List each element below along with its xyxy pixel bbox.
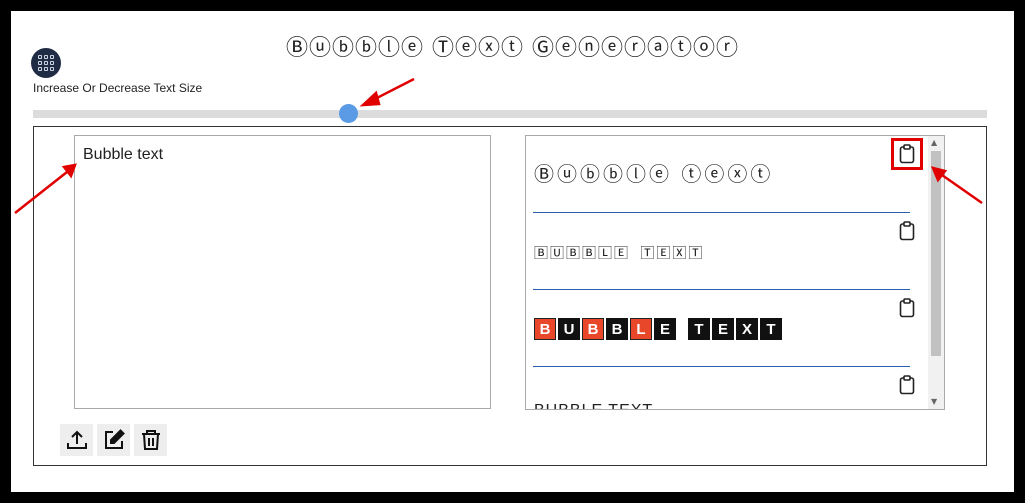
block-letter: E xyxy=(712,318,734,340)
block-letter: T xyxy=(688,318,710,340)
result-item: Ⓑⓤⓑⓑⓛⓔ ⓣⓔⓧⓣ xyxy=(526,136,926,213)
input-textarea[interactable]: Bubble text xyxy=(74,135,491,409)
block-letter: L xyxy=(630,318,652,340)
result-text[interactable]: BUBBLE TEXT xyxy=(534,402,653,409)
result-text[interactable]: 🄱🅄🄱🄱🄻🄴 🅃🄴🅇🅃 xyxy=(534,243,704,263)
block-letter: B xyxy=(534,318,556,340)
clipboard-icon[interactable] xyxy=(896,297,918,319)
delete-button[interactable] xyxy=(134,424,167,456)
scroll-down-arrow[interactable]: ▼ xyxy=(931,397,937,407)
block-letter: B xyxy=(606,318,628,340)
block-letter: T xyxy=(760,318,782,340)
scroll-up-arrow[interactable]: ▲ xyxy=(931,138,937,148)
clipboard-icon[interactable] xyxy=(896,374,918,396)
result-text-blocks[interactable]: BUBBLETEXT xyxy=(534,318,782,340)
output-list: Ⓑⓤⓑⓑⓛⓔ ⓣⓔⓧⓣ 🄱🅄🄱🄱🄻🄴 🅃🄴🅇🅃 BUBBLETEXT ▲ ▼ xyxy=(525,135,945,410)
toolbar xyxy=(60,424,167,456)
clipboard-icon[interactable] xyxy=(891,138,923,170)
block-letter xyxy=(678,318,686,340)
upload-icon xyxy=(66,430,87,449)
block-letter: U xyxy=(558,318,580,340)
clipboard-icon[interactable] xyxy=(896,220,918,242)
result-item: BUBBLE TEXT xyxy=(526,367,926,409)
result-item: BUBBLETEXT xyxy=(526,290,926,367)
text-size-slider[interactable] xyxy=(33,104,987,123)
upload-button[interactable] xyxy=(60,424,93,456)
page: Ⓑⓤⓑⓑⓛⓔ Ⓣⓔⓧⓣ Ⓖⓔⓝⓔⓡⓐⓣⓞⓡ Increase Or Decrea… xyxy=(11,11,1014,492)
text-size-label: Increase Or Decrease Text Size xyxy=(33,81,203,95)
block-letter: B xyxy=(582,318,604,340)
scrollbar[interactable]: ▲ ▼ xyxy=(928,136,944,409)
edit-button[interactable] xyxy=(97,424,130,456)
edit-icon xyxy=(104,429,125,449)
result-item: 🄱🅄🄱🄱🄻🄴 🅃🄴🅇🅃 xyxy=(526,213,926,290)
block-letter: X xyxy=(736,318,758,340)
block-letter: E xyxy=(654,318,676,340)
generator-panel: Bubble text Ⓑⓤⓑⓑⓛⓔ ⓣⓔⓧⓣ 🄱🅄🄱🄱🄻🄴 🅃🄴🅇🅃 B U … xyxy=(33,126,987,466)
page-title: Ⓑⓤⓑⓑⓛⓔ Ⓣⓔⓧⓣ Ⓖⓔⓝⓔⓡⓐⓣⓞⓡ xyxy=(286,36,739,61)
scrollbar-thumb[interactable] xyxy=(931,151,941,356)
trash-icon xyxy=(141,430,160,450)
slider-thumb[interactable] xyxy=(338,104,358,123)
result-text[interactable]: Ⓑⓤⓑⓑⓛⓔ ⓣⓔⓧⓣ xyxy=(534,158,773,187)
